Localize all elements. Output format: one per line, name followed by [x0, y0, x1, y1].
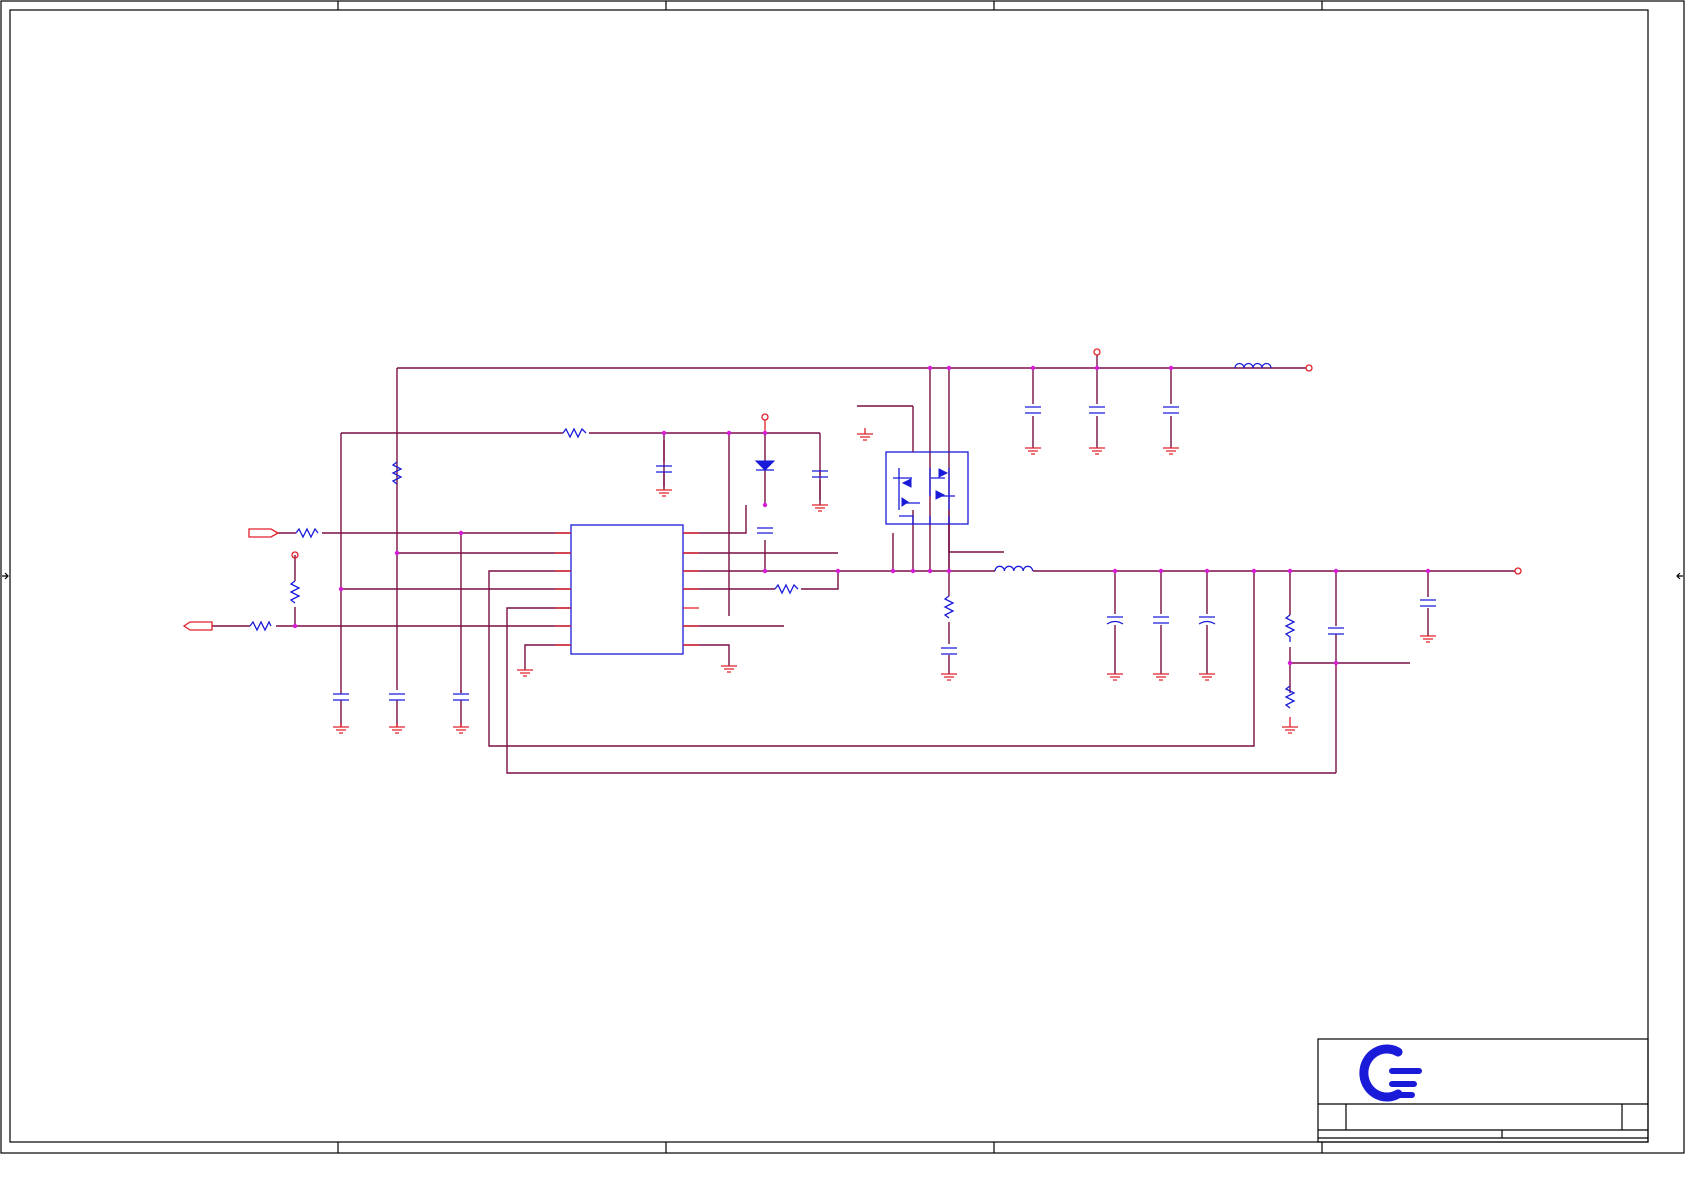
junction-dots: [292, 365, 1431, 666]
net-markers: [182, 348, 1522, 631]
title-block: [1317, 1038, 1649, 1143]
resistors: [249, 427, 1296, 709]
inductors: [994, 362, 1272, 572]
wires: [212, 355, 1515, 774]
schematic-sheet: [0, 0, 1685, 1154]
sheet-border: [0, 0, 1685, 1154]
diode: [754, 460, 776, 471]
ic-pins: [555, 532, 699, 646]
c-lines-logo-icon: [1359, 1044, 1422, 1102]
ground-symbols: [333, 428, 1436, 734]
controller-ic: [570, 524, 684, 655]
